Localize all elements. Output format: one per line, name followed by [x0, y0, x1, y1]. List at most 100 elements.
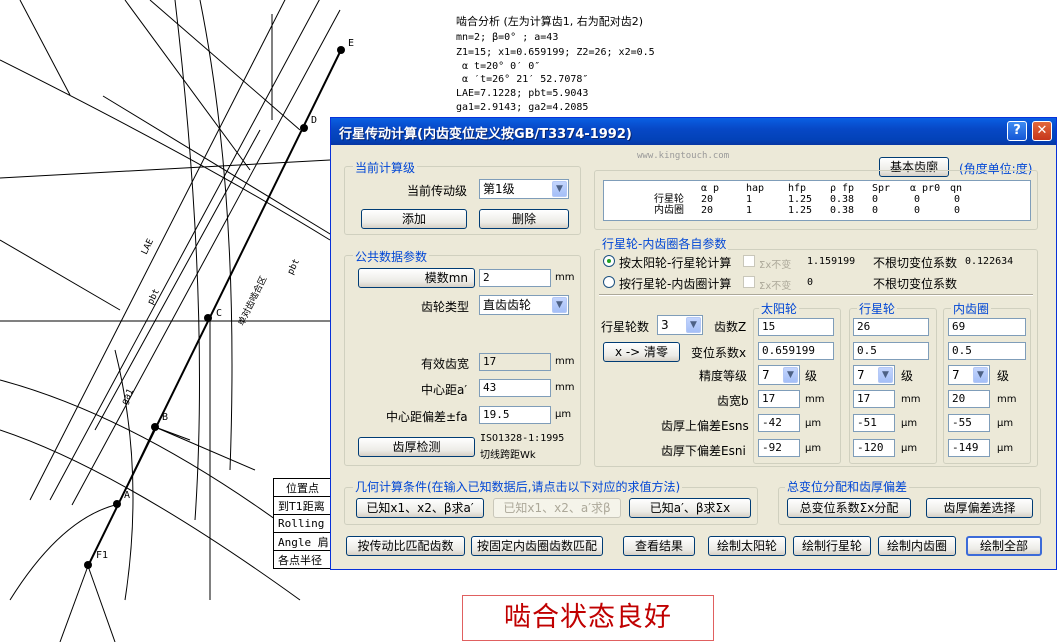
center-distance-unit: mm	[555, 382, 575, 393]
ring-teeth-input[interactable]: 69	[948, 318, 1026, 336]
param-cell: 1.25	[788, 194, 813, 205]
solve-center-distance-button[interactable]: 已知x1、x2、β求a′	[356, 498, 484, 518]
param-cell: 1	[746, 205, 753, 216]
param-header: Spr	[872, 183, 891, 194]
center-dev-input[interactable]: 19.5	[479, 406, 551, 424]
mesh-status-text: 啮合状态良好	[462, 595, 714, 641]
chevron-down-icon: ▼	[552, 297, 567, 313]
point-d-label: D	[311, 115, 318, 126]
param-header: ρ fp	[830, 183, 855, 194]
draw-planet-button[interactable]: 绘制行星轮	[793, 536, 871, 556]
module-input[interactable]: 2	[479, 269, 551, 287]
stage-select[interactable]: 第1级 ▼	[479, 179, 569, 199]
chevron-down-icon: ▼	[783, 367, 798, 383]
point-e	[337, 46, 345, 54]
ring-lower-dev-input[interactable]: -149	[948, 439, 990, 457]
thickness-method: 切线跨距Wk	[480, 450, 536, 461]
current-stage-group-title: 当前计算级	[353, 159, 418, 176]
planet-lower-dev-input[interactable]: -120	[853, 439, 895, 457]
point-a-label: A	[124, 490, 131, 501]
param-row-name: 内齿圈	[654, 205, 684, 216]
ring-grade-select[interactable]: 7 ▼	[948, 365, 990, 385]
rack-param-table: α p hap hfp ρ fp Spr α pr0 qn 行星轮 20 1 1…	[603, 180, 1031, 221]
shift-coef-label: 变位系数x	[691, 346, 747, 360]
param-cell: 0	[872, 205, 879, 216]
calc-by-sun-planet-radio[interactable]	[603, 255, 615, 267]
solve-helix-angle-button: 已知x1、x2、a′求β	[493, 498, 621, 518]
planet-count-value: 3	[661, 318, 669, 332]
param-header: qn	[950, 183, 963, 194]
thickness-standard: ISO1328-1:1995	[480, 433, 565, 444]
sum-fixed-checkbox-1[interactable]	[743, 255, 755, 267]
sun-lower-dev-input[interactable]: -92	[758, 439, 800, 457]
close-button[interactable]: ✕	[1032, 121, 1052, 141]
planet-count-select[interactable]: 3 ▼	[657, 315, 703, 335]
lower-dev-label: 齿厚下偏差Esni	[661, 444, 746, 458]
sun-grade-select[interactable]: 7 ▼	[758, 365, 800, 385]
thickness-dev-select-button[interactable]: 齿厚偏差选择	[926, 498, 1033, 518]
clear-shift-button[interactable]: x -> 清零	[603, 342, 680, 362]
solve-sum-shift-button[interactable]: 已知a′、β求Σx	[629, 498, 751, 518]
draw-all-button[interactable]: 绘制全部	[966, 536, 1042, 556]
add-stage-button[interactable]: 添加	[361, 209, 467, 229]
param-cell: 0	[914, 205, 921, 216]
draw-sun-button[interactable]: 绘制太阳轮	[708, 536, 786, 556]
sun-grade-unit: 级	[805, 369, 818, 383]
point-b	[151, 423, 159, 431]
chevron-down-icon: ▼	[878, 367, 893, 383]
no-undercut-value-1: 0.122634	[965, 256, 1014, 267]
point-b-label: B	[162, 412, 169, 423]
analysis-line-1: mn=2; β=0° ; a=43	[456, 32, 559, 43]
point-c	[204, 314, 212, 322]
sum-fixed-checkbox-2[interactable]	[743, 276, 755, 288]
planet-width-input[interactable]: 17	[853, 390, 895, 408]
planet-lower-dev-unit: μm	[901, 443, 918, 454]
sun-lower-dev-unit: μm	[805, 443, 822, 454]
sun-shift-input[interactable]: 0.659199	[758, 342, 834, 360]
match-by-ring-teeth-button[interactable]: 按固定内齿圈齿数匹配	[471, 536, 603, 556]
sun-teeth-input[interactable]: 15	[758, 318, 834, 336]
ring-shift-input[interactable]: 0.5	[948, 342, 1026, 360]
no-undercut-label-1: 不根切变位系数	[873, 256, 958, 270]
planet-shift-input[interactable]: 0.5	[853, 342, 929, 360]
param-cell: 1	[746, 194, 753, 205]
sun-width-unit: mm	[805, 394, 825, 405]
planet-teeth-input[interactable]: 26	[853, 318, 929, 336]
ring-column-title: 内齿圈	[951, 300, 992, 317]
param-cell: 0	[954, 194, 961, 205]
view-results-button[interactable]: 查看结果	[623, 536, 695, 556]
ring-width-input[interactable]: 20	[948, 390, 990, 408]
planet-upper-dev-input[interactable]: -51	[853, 414, 895, 432]
point-c-label: C	[216, 308, 223, 319]
param-header: α pr0	[910, 183, 941, 194]
upper-dev-label: 齿厚上偏差Esns	[661, 419, 749, 433]
sum-fixed-label-1: Σx不变	[759, 260, 792, 271]
sun-upper-dev-input[interactable]: -42	[758, 414, 800, 432]
sum-shift-value-2: 0	[807, 277, 814, 288]
planet-width-unit: mm	[901, 394, 921, 405]
title-bar[interactable]: 行星传动计算(内齿变位定义按GB/T3374-1992) ? ✕	[331, 118, 1056, 145]
ring-upper-dev-input[interactable]: -55	[948, 414, 990, 432]
help-button[interactable]: ?	[1007, 121, 1027, 141]
sun-width-input[interactable]: 17	[758, 390, 800, 408]
module-unit: mm	[555, 272, 575, 283]
module-button[interactable]: 模数mn	[358, 268, 475, 288]
separator	[599, 294, 1033, 296]
gear-type-label: 齿轮类型	[421, 300, 470, 314]
center-dev-unit: μm	[555, 409, 572, 420]
param-header: α p	[701, 183, 720, 194]
planet-grade-select[interactable]: 7 ▼	[853, 365, 895, 385]
calc-by-sun-planet-label: 按太阳轮-行星轮计算	[619, 256, 732, 270]
gear-type-select[interactable]: 直齿齿轮 ▼	[479, 295, 569, 315]
thickness-check-button[interactable]: 齿厚检测	[358, 437, 475, 457]
sum-shift-distribute-button[interactable]: 总变位系数Σx分配	[787, 498, 911, 518]
center-distance-label: 中心距a′	[421, 383, 468, 397]
match-by-ratio-button[interactable]: 按传动比匹配齿数	[346, 536, 465, 556]
calc-by-planet-ring-radio[interactable]	[603, 276, 615, 288]
stage-label: 当前传动级	[407, 184, 468, 198]
planet-ring-group-title: 行星轮-内齿圈各自参数	[600, 235, 729, 252]
draw-ring-button[interactable]: 绘制内齿圈	[878, 536, 956, 556]
delete-stage-button[interactable]: 删除	[479, 209, 569, 229]
center-distance-input[interactable]: 43	[479, 379, 551, 397]
sun-column-title: 太阳轮	[759, 300, 800, 317]
